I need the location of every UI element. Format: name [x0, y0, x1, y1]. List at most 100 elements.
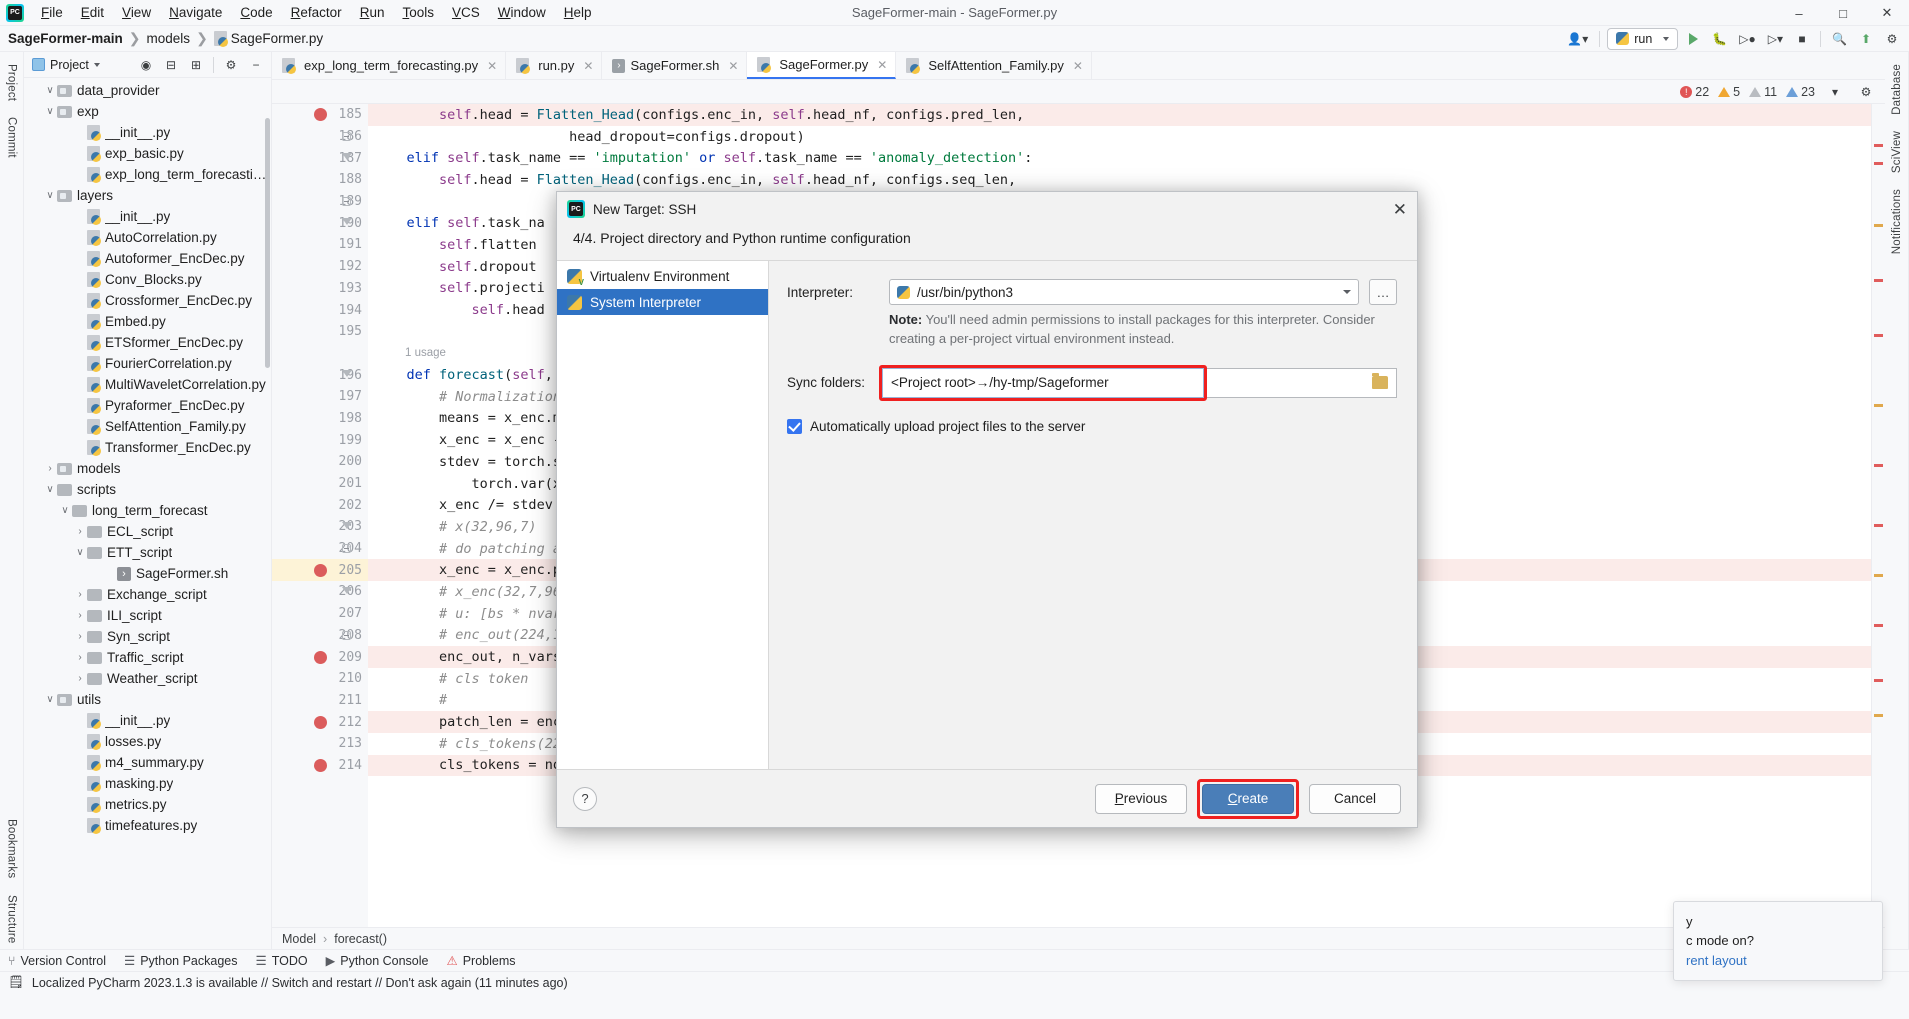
rail-item-bookmarks[interactable]: Bookmarks: [6, 813, 18, 884]
editor-tab-run-py[interactable]: run.py ✕: [506, 52, 603, 79]
tool-window-version-control[interactable]: ⑂ Version Control: [8, 954, 106, 968]
tree-item[interactable]: ∨ data_provider: [24, 80, 271, 101]
browse-interpreter-button[interactable]: …: [1369, 279, 1397, 305]
breadcrumb-class[interactable]: Model: [282, 932, 316, 946]
tree-item[interactable]: Conv_Blocks.py: [24, 269, 271, 290]
code-folding-icon[interactable]: [342, 218, 352, 226]
tree-expand-arrow-icon[interactable]: ›: [73, 631, 87, 642]
interpreter-combobox[interactable]: /usr/bin/python3: [889, 279, 1359, 305]
menu-item-navigate[interactable]: Navigate: [160, 2, 231, 23]
gutter-line[interactable]: 197: [272, 386, 368, 408]
gutter-line[interactable]: 209: [272, 646, 368, 668]
menu-item-run[interactable]: Run: [351, 2, 394, 23]
tree-item[interactable]: › Traffic_script: [24, 647, 271, 668]
env-item-system-interpreter[interactable]: System Interpreter: [557, 289, 768, 315]
breakpoint-icon[interactable]: [314, 108, 327, 122]
breakpoint-icon[interactable]: [314, 650, 327, 664]
tree-expand-arrow-icon[interactable]: ∨: [43, 190, 57, 201]
auto-upload-checkbox[interactable]: [787, 418, 802, 434]
tree-item[interactable]: › ILI_script: [24, 605, 271, 626]
create-button[interactable]: Create: [1202, 783, 1294, 814]
tree-item[interactable]: exp_long_term_forecasting.p: [24, 164, 271, 185]
marker-tick[interactable]: [1874, 224, 1883, 227]
menu-item-file[interactable]: File: [32, 2, 72, 23]
tree-item[interactable]: FourierCorrelation.py: [24, 353, 271, 374]
tree-expand-arrow-icon[interactable]: ∨: [58, 505, 72, 516]
marker-tick[interactable]: [1874, 279, 1883, 282]
gutter-line[interactable]: 187: [272, 147, 368, 169]
tree-item[interactable]: ∨ long_term_forecast: [24, 500, 271, 521]
run-button[interactable]: [1682, 28, 1704, 50]
code-folding-icon[interactable]: [342, 153, 352, 161]
rail-item-commit[interactable]: Commit: [6, 111, 18, 164]
marker-tick[interactable]: [1874, 524, 1883, 527]
tree-item[interactable]: Pyraformer_EncDec.py: [24, 395, 271, 416]
code-line[interactable]: self .head = Flatten_Head (configs.enc_in,…: [368, 104, 1871, 126]
environment-type-list[interactable]: Virtualenv Environment System Interprete…: [557, 261, 769, 769]
tree-item[interactable]: Autoformer_EncDec.py: [24, 248, 271, 269]
maximize-button[interactable]: □: [1821, 0, 1865, 26]
editor-tab-exp_long_term_forecasting-py[interactable]: exp_long_term_forecasting.py ✕: [272, 52, 507, 79]
env-item-virtualenv[interactable]: Virtualenv Environment: [557, 263, 768, 289]
tree-item[interactable]: ∨ layers: [24, 185, 271, 206]
code-folding-icon[interactable]: [342, 370, 352, 378]
tree-item[interactable]: metrics.py: [24, 794, 271, 815]
gutter-line[interactable]: 188: [272, 169, 368, 191]
notification-link[interactable]: rent layout: [1686, 953, 1747, 968]
gutter-line[interactable]: 199: [272, 429, 368, 451]
tree-item[interactable]: AutoCorrelation.py: [24, 227, 271, 248]
marker-tick[interactable]: [1874, 464, 1883, 467]
editor-tab-SelfAttention_Family-py[interactable]: SelfAttention_Family.py ✕: [896, 52, 1092, 79]
gutter-line[interactable]: 203: [272, 516, 368, 538]
close-tab-icon[interactable]: ✕: [487, 59, 497, 73]
tree-expand-arrow-icon[interactable]: ›: [73, 589, 87, 600]
close-tab-icon[interactable]: ✕: [728, 59, 738, 73]
tree-item[interactable]: SageFormer.sh: [24, 563, 271, 584]
sync-folders-browse-area[interactable]: [1207, 367, 1397, 398]
tree-item[interactable]: ∨ exp: [24, 101, 271, 122]
settings-gear-icon[interactable]: ⚙: [220, 54, 242, 76]
code-folding-icon[interactable]: [342, 630, 351, 640]
breakpoint-icon[interactable]: [314, 758, 327, 772]
inspection-typos[interactable]: 23: [1786, 85, 1815, 99]
expand-icon[interactable]: ⊞: [185, 54, 207, 76]
close-icon[interactable]: ✕: [1393, 201, 1407, 218]
expand-icon[interactable]: ⚙: [1881, 28, 1903, 50]
folder-icon[interactable]: [1372, 373, 1388, 390]
marker-tick[interactable]: [1874, 144, 1883, 147]
gutter-line[interactable]: 208: [272, 625, 368, 647]
stop-button[interactable]: ■: [1791, 28, 1813, 50]
sync-folders-input[interactable]: <Project root>→/hy-tmp/Sageformer: [882, 367, 1204, 398]
tree-item[interactable]: ∨ ETT_script: [24, 542, 271, 563]
tree-item[interactable]: SelfAttention_Family.py: [24, 416, 271, 437]
marker-tick[interactable]: [1874, 574, 1883, 577]
tree-expand-arrow-icon[interactable]: ›: [73, 610, 87, 621]
tree-item[interactable]: ∨ scripts: [24, 479, 271, 500]
rail-item-sciview[interactable]: SciView: [1891, 125, 1903, 179]
gutter-line[interactable]: 211: [272, 690, 368, 712]
hide-panel-icon[interactable]: −: [245, 54, 267, 76]
inspection-errors[interactable]: ! 22: [1680, 85, 1709, 99]
gutter-line[interactable]: 205: [272, 559, 368, 582]
marker-tick[interactable]: [1874, 624, 1883, 627]
code-folding-icon[interactable]: [342, 197, 351, 207]
gutter-line[interactable]: 210: [272, 668, 368, 690]
gutter-line[interactable]: 186: [272, 126, 368, 148]
project-panel-title[interactable]: Project: [28, 56, 104, 74]
tree-item[interactable]: MultiWaveletCorrelation.py: [24, 374, 271, 395]
notification-popup[interactable]: y c mode on? rent layout: [1673, 900, 1883, 981]
breadcrumb-file[interactable]: SageFormer.py: [213, 31, 323, 47]
tree-expand-arrow-icon[interactable]: ›: [73, 673, 87, 684]
tree-expand-arrow-icon[interactable]: ›: [43, 463, 57, 474]
tree-item[interactable]: › models: [24, 458, 271, 479]
tool-window-problems[interactable]: ⚠ Problems: [447, 953, 516, 969]
menu-item-window[interactable]: Window: [489, 2, 555, 23]
tree-expand-arrow-icon[interactable]: ∨: [43, 484, 57, 495]
menu-item-code[interactable]: Code: [231, 2, 281, 23]
code-folding-icon[interactable]: [342, 132, 351, 142]
code-folding-icon[interactable]: [342, 544, 351, 554]
editor-tab-SageFormer-py[interactable]: SageFormer.py ✕: [747, 52, 897, 79]
help-button[interactable]: ?: [573, 786, 597, 811]
run-coverage-button[interactable]: ▷●: [1735, 28, 1759, 50]
tree-item[interactable]: __init__.py: [24, 710, 271, 731]
